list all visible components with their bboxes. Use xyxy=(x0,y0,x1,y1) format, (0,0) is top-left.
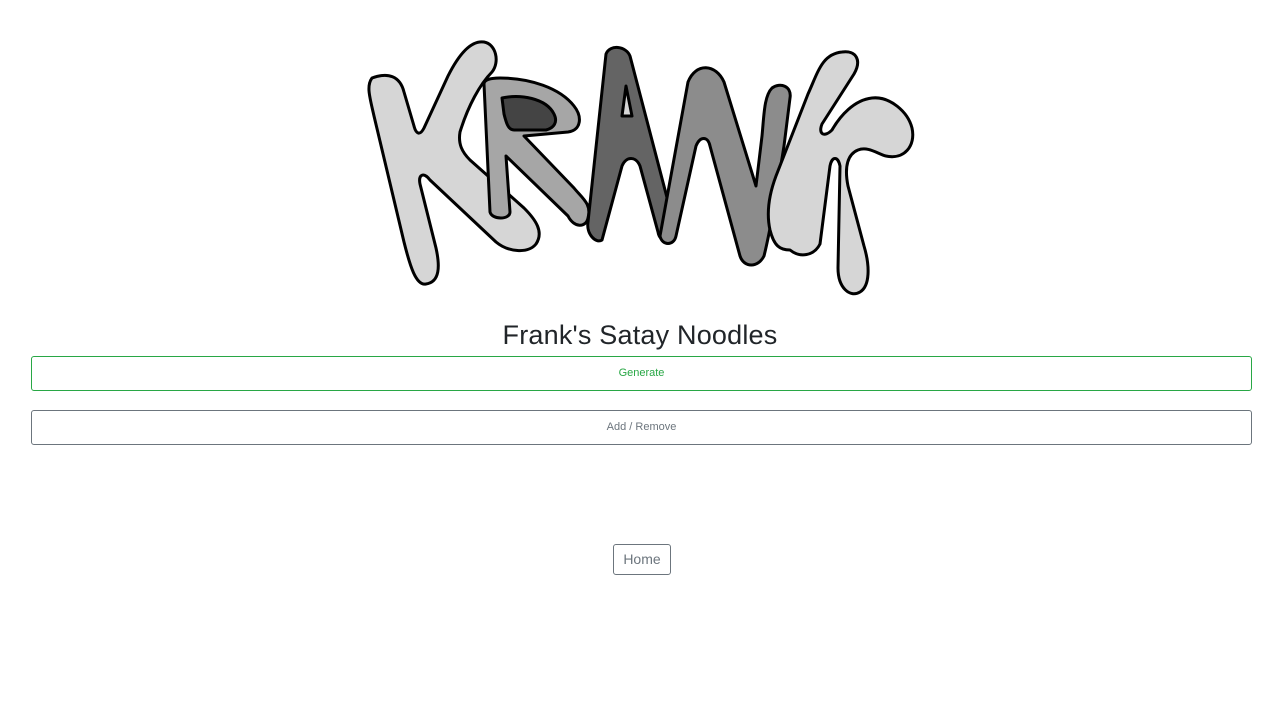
page: Frank's Satay Noodles Generate Add / Rem… xyxy=(0,0,1280,720)
krank-logo-image xyxy=(367,40,915,296)
home-button[interactable]: Home xyxy=(613,544,671,575)
generate-button[interactable]: Generate xyxy=(31,356,1252,391)
krank-logo xyxy=(360,36,920,302)
page-title: Frank's Satay Noodles xyxy=(502,320,778,350)
add-remove-button[interactable]: Add / Remove xyxy=(31,410,1252,445)
